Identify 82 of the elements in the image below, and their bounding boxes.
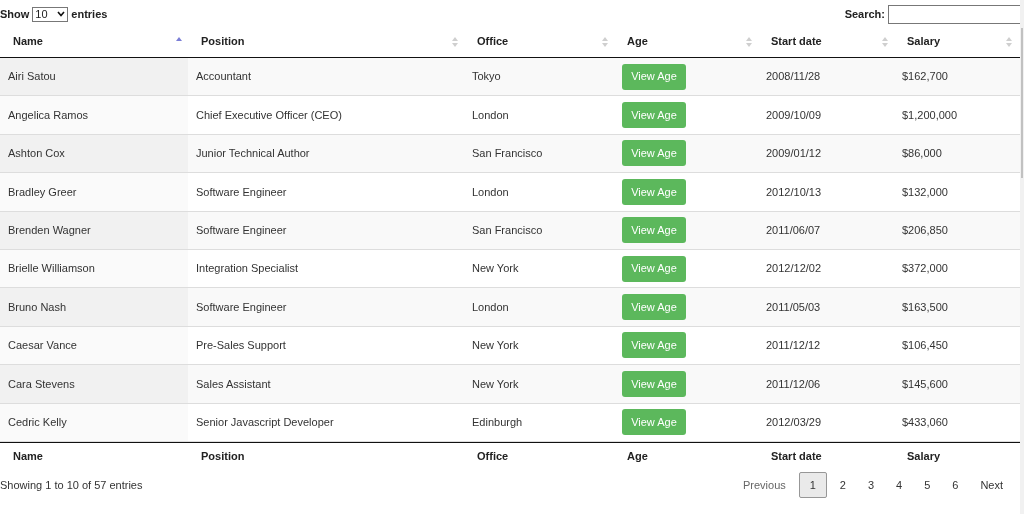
page-button[interactable]: 6: [941, 471, 970, 498]
table-cell-text: Software Engineer: [196, 223, 287, 238]
table-cell-text: London: [472, 107, 509, 123]
table-cell-text: New York: [472, 338, 519, 354]
table-cell-text: Pre-Sales Support: [196, 338, 286, 354]
table-cell-text: Software Engineer: [196, 184, 287, 200]
table-cell-text: $372,000: [902, 261, 948, 277]
table-info: Showing 1 to 10 of 57 entries: [0, 477, 143, 493]
table-cell-text: Sales Assistant: [196, 376, 271, 392]
table-cell-text: Caesar Vance: [8, 338, 77, 354]
table-cell-text: Chief Executive Officer (CEO): [196, 107, 342, 123]
column-header[interactable]: Office: [477, 33, 509, 50]
page-button[interactable]: 5: [913, 471, 942, 498]
length-label: Show: [0, 6, 30, 22]
table-cell-text: Edinburgh: [472, 414, 523, 430]
column-footer: Name: [13, 448, 43, 465]
length-label: entries: [71, 6, 108, 22]
table-cell-text: $86,000: [902, 146, 942, 162]
table-cell-text: 2012/10/13: [766, 184, 822, 200]
column-footer: Start date: [771, 448, 822, 465]
sort-icon[interactable]: [602, 36, 608, 47]
table-cell-text: $145,600: [902, 376, 948, 392]
sort-icon[interactable]: [746, 36, 752, 47]
column-header[interactable]: Name: [13, 33, 43, 50]
page-nav-button[interactable]: Next: [969, 471, 1014, 498]
page-button[interactable]: 1: [798, 471, 827, 498]
table-cell-text: Tokyo: [472, 69, 501, 85]
table-cell-text: $132,000: [902, 184, 948, 200]
table-cell-text: New York: [472, 376, 519, 392]
table-cell-text: $1,200,000: [902, 107, 958, 123]
table-cell-text: Integration Specialist: [196, 261, 299, 277]
table-cell-text: Brielle Williamson: [8, 261, 95, 277]
column-footer: Age: [627, 448, 648, 465]
sort-icon[interactable]: [452, 36, 458, 47]
table-cell-text: 2012/12/02: [766, 261, 822, 277]
table-cell-text: 2012/03/29: [766, 414, 822, 430]
table-cell-text: London: [472, 184, 509, 200]
table-cell-text: Ashton Cox: [8, 146, 65, 162]
page-button[interactable]: 4: [885, 471, 914, 498]
table-cell-text: Junior Technical Author: [196, 146, 310, 162]
table-cell-text: San Francisco: [472, 146, 543, 162]
table-cell-text: $163,500: [902, 299, 948, 315]
table-cell-text: Bruno Nash: [8, 299, 67, 315]
column-footer: Position: [201, 448, 245, 465]
sort-icon[interactable]: [1006, 36, 1012, 47]
page-button[interactable]: 2: [828, 471, 857, 498]
search-field[interactable]: [888, 4, 1021, 24]
chevron-down-icon: [57, 11, 66, 17]
column-header[interactable]: Salary: [907, 33, 941, 50]
search-label: Search:: [844, 6, 885, 22]
table-cell-text: 2011/06/07: [766, 223, 821, 238]
sort-icon[interactable]: [882, 36, 888, 47]
table-cell-text: New York: [472, 261, 519, 277]
column-header[interactable]: Position: [201, 33, 245, 50]
table-cell-text: Brenden Wagner: [8, 223, 91, 238]
scrollbar[interactable]: [1020, 0, 1024, 514]
page-button[interactable]: 3: [856, 471, 885, 498]
table-cell-text: San Francisco: [472, 223, 543, 238]
table-cell-text: 2011/05/03: [766, 299, 821, 315]
table-cell-text: Cedric Kelly: [8, 414, 67, 430]
column-header[interactable]: Start date: [771, 33, 822, 50]
table-cell-text: $433,060: [902, 414, 948, 430]
table-cell-text: $206,850: [902, 223, 948, 238]
table-cell-text: 2011/12/12: [766, 338, 821, 354]
table-cell-text: Cara Stevens: [8, 376, 75, 392]
table-cell-text: Senior Javascript Developer: [196, 414, 334, 430]
table-cell-text: Airi Satou: [8, 69, 56, 85]
table-cell-text: 2009/01/12: [766, 146, 822, 162]
table-cell-text: 2008/11/28: [766, 69, 821, 85]
column-footer: Salary: [907, 448, 941, 465]
table-cell-text: Accountant: [196, 69, 252, 85]
column-header[interactable]: Age: [627, 33, 648, 50]
table-cell-text: Angelica Ramos: [8, 107, 89, 123]
entries-dropdown[interactable]: 10: [32, 6, 69, 22]
column-footer: Office: [477, 448, 509, 465]
table-cell-text: Software Engineer: [196, 299, 287, 315]
table-cell-text: $106,450: [902, 338, 948, 354]
table-cell-text: Bradley Greer: [8, 184, 77, 200]
table-cell-text: London: [472, 299, 509, 315]
table-cell-text: 2011/12/06: [766, 376, 821, 392]
table-cell-text: 2009/10/09: [766, 107, 822, 123]
table-cell-text: $162,700: [902, 69, 948, 85]
